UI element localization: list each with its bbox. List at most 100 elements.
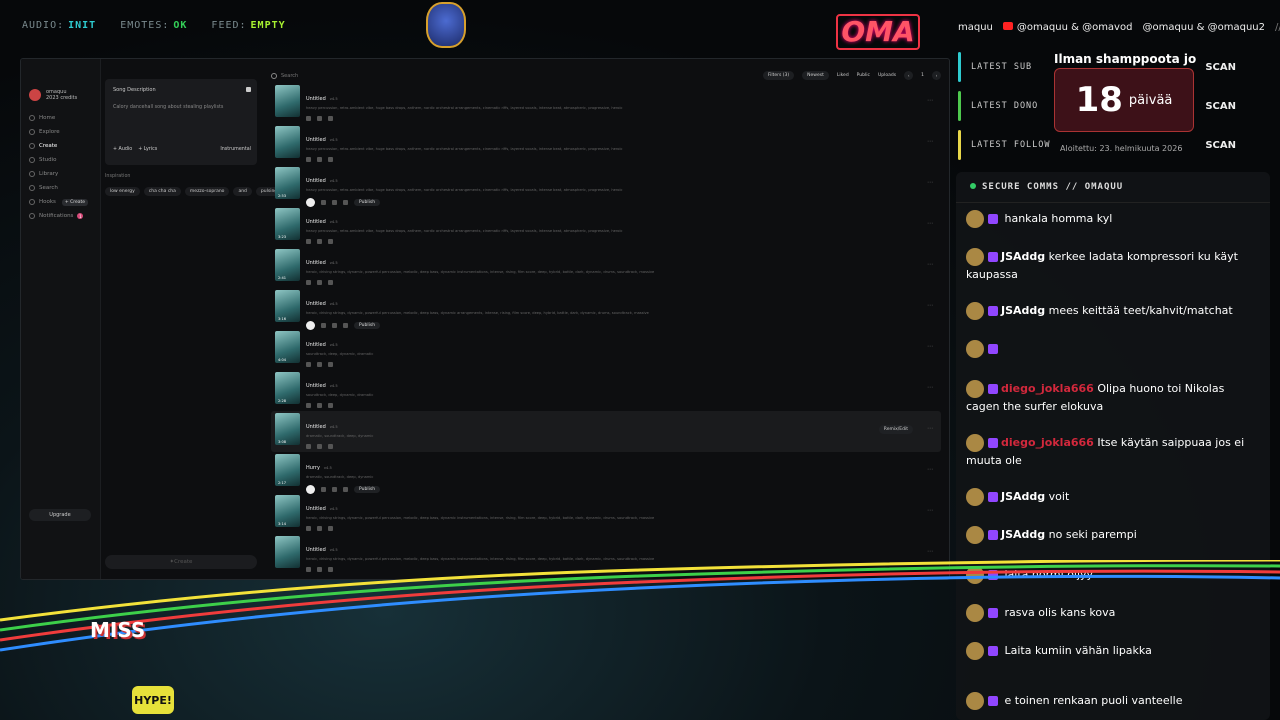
publish-button[interactable]: Publish [354,322,381,329]
dislike-icon[interactable] [317,116,322,121]
song-thumbnail[interactable]: 3:08 [275,413,300,445]
public-tab[interactable]: Public [857,73,870,78]
song-row[interactable]: 2:41 Untitled v4.5 heroic, driving string… [271,247,941,288]
song-title[interactable]: Untitled [306,260,326,266]
nav-item-notifications[interactable]: Notifications 1 [29,209,92,223]
song-row[interactable]: Untitled v4.5 heavy percussion, retro-amb… [271,83,941,124]
song-thumbnail[interactable]: 2:53 [275,167,300,199]
like-icon[interactable] [306,157,311,162]
dislike-icon[interactable] [317,362,322,367]
song-row[interactable]: 3:16 Untitled v4.5 heroic, driving string… [271,288,941,330]
like-icon[interactable] [306,362,311,367]
like-icon[interactable] [306,239,311,244]
prev-page-button[interactable]: ‹ [904,71,914,80]
song-row[interactable]: 2:53 Untitled v4.5 heavy percussion, retr… [271,165,941,207]
like-icon[interactable] [306,280,311,285]
nav-item-explore[interactable]: Explore [29,125,92,139]
song-row[interactable]: 2:17 Hurry v4.5 dramatic, soundtrack, dee… [271,452,941,494]
nav-item-home[interactable]: Home [29,111,92,125]
share-icon[interactable] [343,200,348,205]
song-title[interactable]: Untitled [306,301,326,307]
song-row[interactable]: 4:04 Untitled v4.5 soundtrack, deep, dyna… [271,329,941,370]
like-icon[interactable] [321,487,326,492]
share-icon[interactable] [343,323,348,328]
more-options-icon[interactable]: ⋯ [927,302,933,309]
more-options-icon[interactable]: ⋯ [927,548,933,555]
publish-button[interactable]: Publish [354,199,381,206]
song-title[interactable]: Untitled [306,506,326,512]
share-icon[interactable] [328,444,333,449]
more-options-icon[interactable]: ⋯ [927,384,933,391]
dislike-icon[interactable] [317,567,322,572]
song-title[interactable]: Untitled [306,342,326,348]
song-row[interactable]: 3:08 Untitled v4.5 dramatic, soundtrack, … [271,411,941,452]
more-options-icon[interactable]: ⋯ [927,425,933,432]
nav-item-studio[interactable]: Studio [29,153,92,167]
share-icon[interactable] [328,157,333,162]
hooks-create-chip[interactable]: + Create [61,198,89,206]
song-title[interactable]: Untitled [306,383,326,389]
song-thumbnail[interactable]: 4:04 [275,331,300,363]
like-icon[interactable] [306,403,311,408]
dislike-icon[interactable] [317,403,322,408]
dislike-icon[interactable] [317,526,322,531]
dislike-icon[interactable] [317,280,322,285]
create-button[interactable]: ✦ Create [105,555,257,569]
account[interactable]: omaquu 2023 credits [29,89,92,101]
song-thumbnail[interactable]: 3:16 [275,290,300,322]
song-title[interactable]: Untitled [306,219,326,225]
song-thumbnail[interactable]: 2:17 [275,454,300,486]
more-options-icon[interactable]: ⋯ [927,179,933,186]
share-icon[interactable] [328,239,333,244]
remix-edit-button[interactable]: Remix/Edit [878,425,913,434]
share-icon[interactable] [328,567,333,572]
song-title[interactable]: Untitled [306,547,326,553]
more-options-icon[interactable]: ⋯ [927,138,933,145]
dislike-icon[interactable] [317,157,322,162]
song-description-box[interactable]: Song Description Calory dancehall song a… [105,79,257,165]
song-title[interactable]: Untitled [306,424,326,430]
share-icon[interactable] [328,403,333,408]
dislike-icon[interactable] [332,487,337,492]
song-thumbnail[interactable]: 3:14 [275,495,300,527]
sort-dropdown[interactable]: Newest [802,71,829,80]
expand-icon[interactable] [246,87,251,92]
song-thumbnail[interactable] [275,536,300,568]
uploads-tab[interactable]: Uploads [878,73,896,78]
share-icon[interactable] [328,280,333,285]
song-title[interactable]: Untitled [306,178,326,184]
like-icon[interactable] [306,526,311,531]
share-icon[interactable] [328,526,333,531]
like-icon[interactable] [306,444,311,449]
more-options-icon[interactable]: ⋯ [927,507,933,514]
like-icon[interactable] [306,567,311,572]
more-options-icon[interactable]: ⋯ [927,97,933,104]
inspiration-chip[interactable]: mezzo-soprano [184,187,230,196]
like-icon[interactable] [306,116,311,121]
song-row[interactable]: 2:28 Untitled v4.5 soundtrack, deep, dyna… [271,370,941,411]
dislike-icon[interactable] [317,444,322,449]
more-options-icon[interactable]: ⋯ [927,466,933,473]
like-icon[interactable] [321,200,326,205]
song-title[interactable]: Untitled [306,137,326,143]
nav-item-create[interactable]: Create [29,139,92,153]
dislike-icon[interactable] [317,239,322,244]
share-icon[interactable] [328,362,333,367]
next-page-button[interactable]: › [932,71,941,80]
more-options-icon[interactable]: ⋯ [927,261,933,268]
share-icon[interactable] [343,487,348,492]
song-thumbnail[interactable]: 2:28 [275,372,300,404]
nav-item-search[interactable]: Search [29,181,92,195]
dislike-icon[interactable] [332,200,337,205]
inspiration-chip[interactable]: and [233,187,252,196]
more-options-icon[interactable]: ⋯ [927,343,933,350]
song-thumbnail[interactable]: 3:23 [275,208,300,240]
song-thumbnail[interactable] [275,126,300,158]
more-options-icon[interactable]: ⋯ [927,220,933,227]
song-thumbnail[interactable] [275,85,300,117]
song-row[interactable]: Untitled v4.5 heavy percussion, retro-amb… [271,124,941,165]
like-icon[interactable] [321,323,326,328]
lyrics-button[interactable]: + Lyrics [138,147,157,152]
inspiration-chip[interactable]: low energy [105,187,140,196]
nav-item-hooks[interactable]: Hooks + Create [29,195,92,209]
